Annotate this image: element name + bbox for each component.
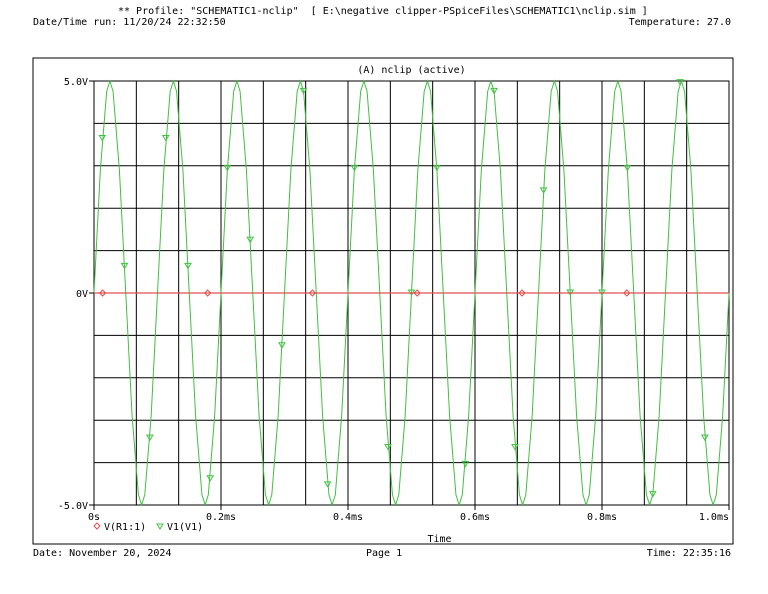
- x-tick-label: 0s: [88, 512, 100, 523]
- x-tick-label: 0.4ms: [333, 512, 363, 523]
- series-marker-diamond: [93, 522, 101, 530]
- x-axis-label: Time: [427, 534, 451, 545]
- x-tick-label: 0.6ms: [460, 512, 490, 523]
- series-marker-triangle: [156, 523, 164, 530]
- plot-area: 0s 0.2ms 0.4ms 0.6ms 0.8ms 1.0ms 5.0V 0V -5.0V (…: [32, 57, 734, 545]
- y-tick-label: -5.0V: [58, 501, 88, 512]
- x-tick-label: 0.2ms: [206, 512, 236, 523]
- y-tick-label: 5.0V: [64, 77, 88, 88]
- legend: V(R1:1) V1(V1): [93, 522, 203, 533]
- footer-page: Page 1: [366, 548, 403, 559]
- series-marker-triangle: [98, 134, 107, 142]
- legend-label-v1: V1(V1): [167, 522, 203, 533]
- footer-date: Date: November 20, 2024: [33, 548, 172, 559]
- x-tick-label: 1.0ms: [699, 512, 729, 523]
- chart-title: (A) nclip (active): [357, 65, 465, 76]
- tick-labels: 0s 0.2ms 0.4ms 0.6ms 0.8ms 1.0ms 5.0V 0V -5.0V: [58, 77, 730, 523]
- series-marker-triangle: [161, 134, 170, 142]
- footer-time: Time: 22:35:16: [646, 548, 731, 559]
- legend-label-r1: V(R1:1): [104, 522, 146, 533]
- plot-frame: [32, 57, 734, 545]
- y-tick-label: 0V: [76, 289, 88, 300]
- x-tick-label: 0.8ms: [587, 512, 617, 523]
- series-layer: [93, 79, 730, 507]
